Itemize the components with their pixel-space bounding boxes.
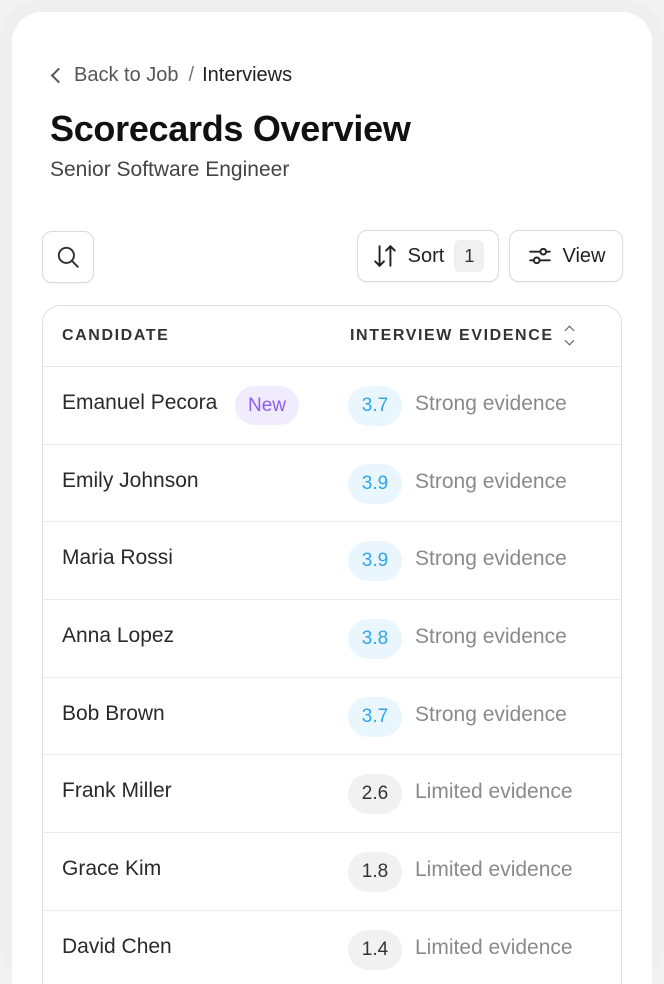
- table-row[interactable]: David Chen 1.4 Limited evidence: [43, 911, 621, 984]
- table-row[interactable]: Emily Johnson 3.9 Strong evidence: [43, 445, 621, 523]
- candidate-name: Emily Johnson: [62, 468, 199, 492]
- score-badge: 3.7: [348, 386, 402, 426]
- scorecards-table: CANDIDATE INTERVIEW EVIDENCE Emanuel Pec…: [42, 305, 622, 984]
- candidate-name: Emanuel Pecora: [62, 391, 218, 414]
- candidate-name: David Chen: [62, 934, 172, 958]
- evidence-label: Strong evidence: [415, 392, 567, 415]
- score-badge: 2.6: [348, 774, 402, 815]
- search-button[interactable]: [42, 231, 94, 283]
- sort-toggle-icon[interactable]: [564, 325, 575, 345]
- back-to-job-link[interactable]: Back to Job: [50, 64, 179, 87]
- breadcrumb: Back to Job / Interviews: [50, 64, 292, 87]
- candidate-name: Maria Rossi: [62, 546, 173, 570]
- score-badge: 3.7: [348, 696, 402, 737]
- view-label: View: [562, 244, 606, 267]
- table-header: CANDIDATE INTERVIEW EVIDENCE: [43, 306, 621, 367]
- evidence-label: Strong evidence: [415, 625, 567, 649]
- evidence-label: Limited evidence: [415, 858, 573, 882]
- breadcrumb-separator: /: [188, 64, 195, 86]
- sliders-icon: [528, 247, 551, 265]
- page-subtitle: Senior Software Engineer: [50, 158, 290, 181]
- column-header-evidence-label: INTERVIEW EVIDENCE: [350, 327, 554, 344]
- search-icon: [57, 246, 79, 268]
- back-to-job-label: Back to Job: [74, 64, 179, 86]
- column-header-candidate: CANDIDATE: [62, 327, 170, 344]
- table-row[interactable]: Bob Brown 3.7 Strong evidence: [43, 678, 621, 756]
- device-frame: Back to Job / Interviews Scorecards Over…: [0, 0, 664, 984]
- evidence-label: Strong evidence: [415, 702, 567, 726]
- sort-button[interactable]: Sort 1: [357, 230, 499, 282]
- score-badge: 3.9: [348, 463, 402, 504]
- score-badge: 1.4: [348, 929, 402, 970]
- chevron-left-icon: [50, 67, 67, 84]
- table-row[interactable]: Emanuel Pecora New 3.7 Strong evidence: [43, 367, 621, 445]
- candidate-name: Grace Kim: [62, 857, 162, 881]
- sort-count-badge: 1: [454, 240, 485, 272]
- table-body: Emanuel Pecora New 3.7 Strong evidence Emily…: [43, 367, 621, 984]
- score-badge: 3.8: [348, 619, 402, 660]
- table-row[interactable]: Anna Lopez 3.8 Strong evidence: [43, 600, 621, 678]
- breadcrumb-current: Interviews: [202, 64, 293, 86]
- candidate-name: Bob Brown: [62, 701, 165, 725]
- score-badge: 3.9: [348, 541, 402, 582]
- evidence-label: Limited evidence: [415, 780, 573, 804]
- table-row[interactable]: Grace Kim 1.8 Limited evidence: [43, 833, 621, 911]
- screen: Back to Job / Interviews Scorecards Over…: [12, 12, 652, 984]
- table-row[interactable]: Frank Miller 2.6 Limited evidence: [43, 755, 621, 834]
- page-title: Scorecards Overview: [50, 108, 411, 149]
- evidence-label: Limited evidence: [415, 935, 573, 959]
- table-row[interactable]: Maria Rossi 3.9 Strong evidence: [43, 522, 621, 601]
- sort-label: Sort: [407, 244, 445, 267]
- candidate-name: Frank Miller: [62, 779, 172, 803]
- view-button[interactable]: View: [509, 230, 623, 282]
- evidence-label: Strong evidence: [415, 547, 567, 571]
- column-header-evidence[interactable]: INTERVIEW EVIDENCE: [350, 325, 575, 345]
- candidate-name: Anna Lopez: [62, 624, 175, 648]
- score-badge: 1.8: [348, 852, 402, 893]
- new-badge: New: [235, 386, 300, 425]
- evidence-label: Strong evidence: [415, 469, 567, 493]
- sort-arrows-icon: [373, 245, 396, 267]
